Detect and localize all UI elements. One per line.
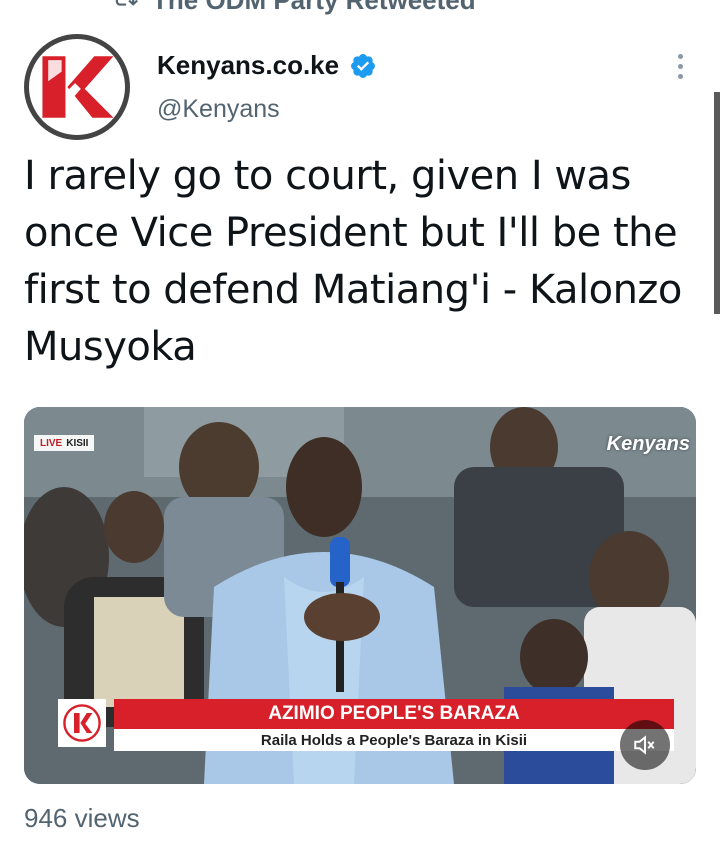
speaker-muted-icon[interactable] — [620, 720, 670, 770]
live-label: LIVE — [40, 437, 63, 449]
kenyans-k-logo — [42, 56, 114, 118]
more-options-icon[interactable] — [664, 50, 696, 82]
display-name[interactable]: Kenyans.co.ke — [157, 50, 339, 81]
retweet-icon — [112, 0, 138, 17]
lower-third-title: AZIMIO PEOPLE'S BARAZA — [114, 699, 674, 729]
lower-third: AZIMIO PEOPLE'S BARAZA Raila Holds a Peo… — [58, 695, 678, 751]
live-badge: LIVE KISII — [34, 435, 95, 451]
kenyans-k-logo — [58, 699, 106, 747]
channel-watermark: Kenyans — [606, 433, 690, 455]
retweet-context[interactable]: The ODM Party Retweeted — [112, 0, 476, 17]
view-count: 946 views — [24, 803, 140, 833]
tweet-video[interactable]: LIVE KISII Kenyans AZIMIO PEOPLE'S BARAZ… — [24, 407, 696, 784]
avatar[interactable] — [24, 34, 130, 140]
verified-badge-icon — [349, 52, 377, 80]
author-handle[interactable]: @Kenyans — [157, 95, 280, 124]
tweet-text: I rarely go to court, given I was once V… — [24, 153, 682, 370]
lower-third-subtitle: Raila Holds a People's Baraza in Kisii — [114, 729, 674, 751]
scrollbar[interactable] — [714, 92, 720, 314]
retweet-label: The ODM Party Retweeted — [152, 0, 476, 16]
live-location: KISII — [66, 437, 89, 449]
